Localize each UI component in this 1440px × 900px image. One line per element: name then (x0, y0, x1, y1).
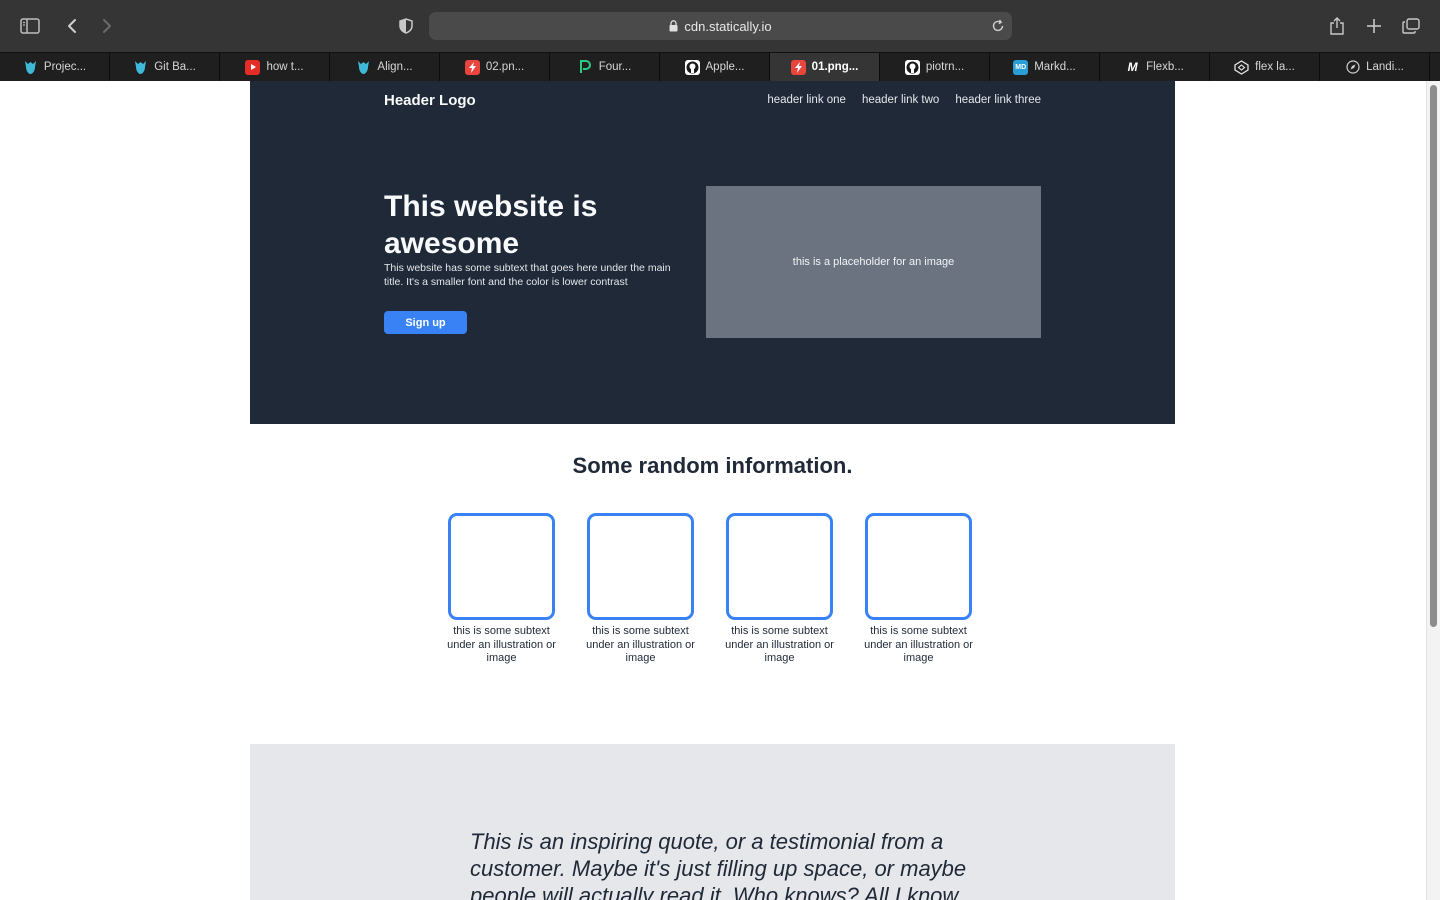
tab-label: how t... (266, 61, 304, 73)
browser-tab[interactable]: piotrn... (880, 53, 990, 81)
sidebar-toggle-icon[interactable] (16, 12, 44, 40)
browser-tab[interactable]: Landi... (1320, 53, 1430, 81)
illustration-box (726, 513, 833, 620)
new-tab-icon[interactable] (1360, 12, 1388, 40)
forward-icon[interactable] (93, 12, 121, 40)
odin-icon (356, 60, 371, 75)
tab-overview-icon[interactable] (1397, 12, 1425, 40)
back-icon[interactable] (58, 12, 86, 40)
compass-icon (1345, 60, 1360, 75)
pluralsight-icon (578, 60, 593, 75)
illustration-box (865, 513, 972, 620)
odin-icon (23, 60, 38, 75)
header-nav: header link one header link two header l… (767, 94, 1041, 106)
hero-title: This website is awesome (384, 190, 598, 260)
tab-bar: Projec... Git Ba... how t... Align... 02.pn.… (0, 52, 1440, 81)
share-icon[interactable] (1323, 12, 1351, 40)
image-placeholder-text: this is a placeholder for an image (792, 256, 955, 268)
tab-label: 01.png... (811, 61, 859, 73)
header-link-two[interactable]: header link two (862, 94, 939, 106)
browser-tab[interactable]: Git Ba... (110, 53, 220, 81)
reload-icon[interactable] (990, 18, 1006, 34)
header-logo[interactable]: Header Logo (384, 92, 476, 109)
card-subtext: this is some subtext under an illustrati… (725, 625, 834, 664)
lock-icon (669, 20, 678, 32)
browser-tab[interactable]: how t... (220, 53, 330, 81)
github-icon (684, 59, 700, 75)
browser-tab[interactable]: M Flexb... (1100, 53, 1210, 81)
browser-tab[interactable]: Align... (330, 53, 440, 81)
page-viewport: Header Logo header link one header link … (0, 81, 1426, 900)
hero-subtitle: This website has some subtext that goes … (384, 262, 671, 288)
address-bar[interactable]: cdn.statically.io (429, 12, 1012, 40)
tab-label: 02.pn... (485, 61, 525, 73)
markdown-icon: MD (1013, 59, 1029, 75)
browser-tab[interactable]: 01.png... (770, 53, 880, 81)
browser-toolbar: cdn.statically.io (0, 0, 1440, 52)
card-subtext: this is some subtext under an illustrati… (447, 625, 556, 664)
tab-label: Git Ba... (154, 61, 196, 73)
hero-section: Header Logo header link one header link … (250, 81, 1175, 424)
tab-label: Flexb... (1146, 61, 1184, 73)
illustration-box (587, 513, 694, 620)
tab-label: Markd... (1034, 61, 1076, 73)
header-link-three[interactable]: header link three (955, 94, 1041, 106)
url-text: cdn.statically.io (684, 18, 772, 34)
odin-icon (133, 60, 148, 75)
browser-tab[interactable]: Four... (550, 53, 660, 81)
quote-text: This is an inspiring quote, or a testimo… (470, 829, 967, 900)
info-card: this is some subtext under an illustrati… (582, 513, 699, 666)
card-subtext: this is some subtext under an illustrati… (864, 625, 973, 664)
browser-tab[interactable]: Apple... (660, 53, 770, 81)
tab-label: Apple... (705, 61, 745, 73)
hero-image-placeholder: this is a placeholder for an image (706, 186, 1041, 338)
info-section-title: Some random information. (572, 453, 853, 478)
youtube-icon (245, 59, 261, 75)
header-link-one[interactable]: header link one (767, 94, 846, 106)
tab-label: Align... (377, 61, 413, 73)
browser-tab[interactable]: flex la... (1210, 53, 1320, 81)
github-icon (904, 59, 920, 75)
statically-icon (464, 59, 480, 75)
info-cards: this is some subtext under an illustrati… (443, 513, 977, 666)
info-card: this is some subtext under an illustrati… (860, 513, 977, 666)
browser-tab[interactable]: Projec... (0, 53, 110, 81)
tab-label: flex la... (1255, 61, 1295, 73)
illustration-box (448, 513, 555, 620)
codepen-icon (1234, 59, 1249, 75)
tab-label: piotrn... (925, 61, 965, 73)
info-card: this is some subtext under an illustrati… (443, 513, 560, 666)
statically-icon (790, 59, 806, 75)
card-subtext: this is some subtext under an illustrati… (586, 625, 695, 664)
tab-label: Projec... (43, 61, 87, 73)
browser-tab[interactable]: 02.pn... (440, 53, 550, 81)
scroll-thumb[interactable] (1430, 85, 1437, 627)
signup-button[interactable]: Sign up (384, 311, 467, 334)
tab-label: Landi... (1366, 61, 1404, 73)
tab-label: Four... (598, 61, 632, 73)
medium-icon: M (1127, 60, 1138, 74)
browser-tab[interactable]: MD Markd... (990, 53, 1100, 81)
privacy-shield-icon[interactable] (392, 12, 420, 40)
quote-section: This is an inspiring quote, or a testimo… (250, 744, 1175, 900)
info-card: this is some subtext under an illustrati… (721, 513, 838, 666)
page-scrollbar[interactable] (1426, 81, 1440, 900)
